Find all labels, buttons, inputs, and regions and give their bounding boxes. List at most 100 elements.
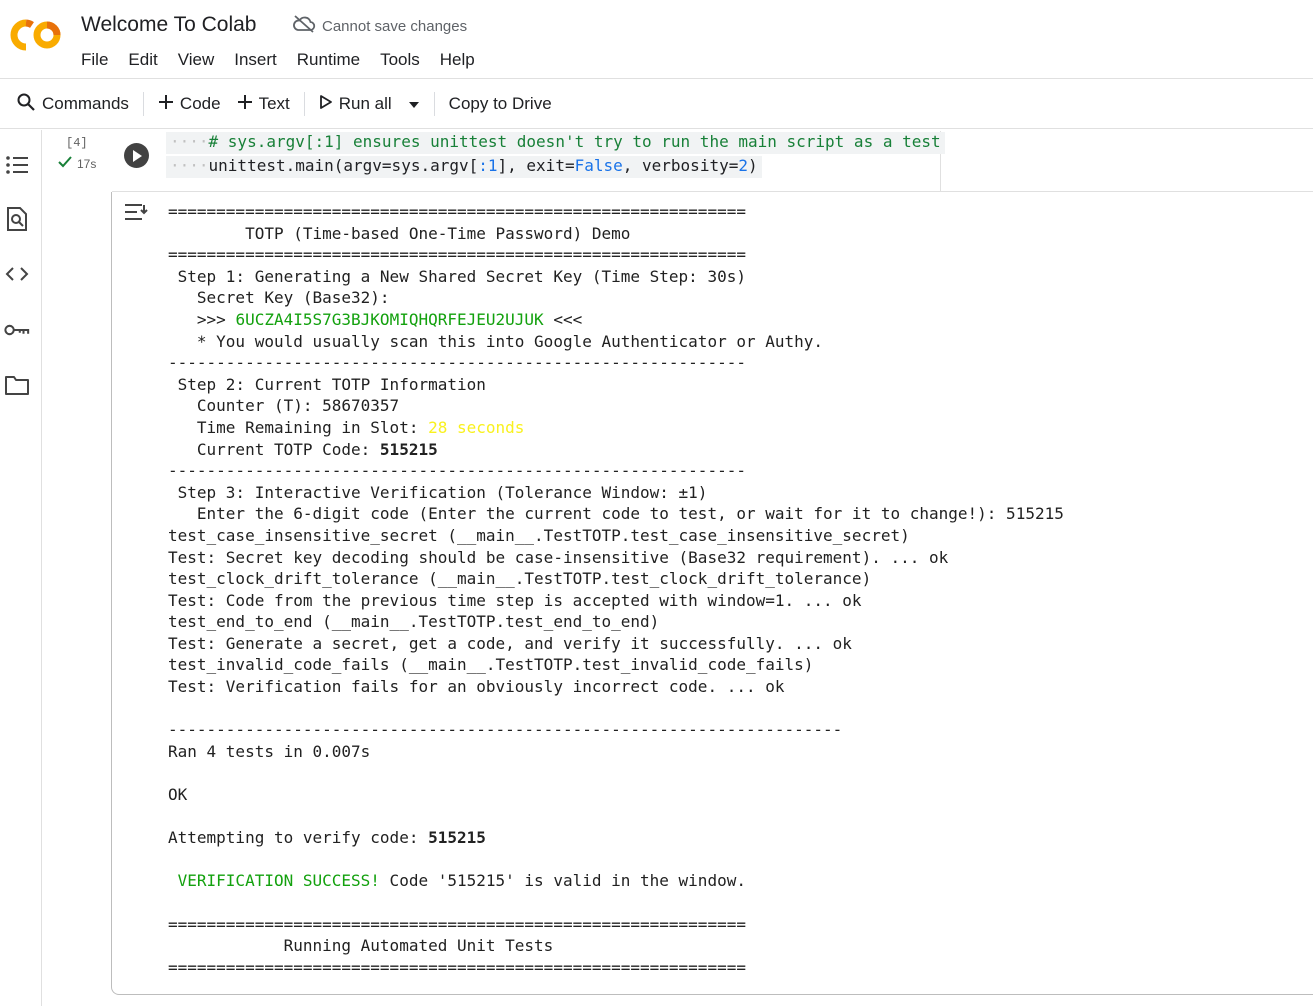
code-keyword: False bbox=[574, 156, 623, 175]
attempt-line: Attempting to verify code: 515215 bbox=[168, 828, 486, 848]
code-comment: # sys.argv[:1] ensures unittest doesn't … bbox=[208, 132, 941, 151]
separator-line: ========================================… bbox=[168, 957, 746, 977]
execution-status: 17s bbox=[58, 156, 96, 171]
scan-note: * You would usually scan this into Googl… bbox=[168, 331, 824, 351]
add-text-label: Text bbox=[258, 94, 290, 113]
play-outline-icon bbox=[319, 94, 333, 115]
indent-guide: ···· bbox=[170, 156, 209, 175]
test-result-line: Test: Verification fails for an obviousl… bbox=[168, 677, 785, 697]
enter-code-line: Enter the 6-digit code (Enter the curren… bbox=[168, 504, 1064, 524]
separator-line: ----------------------------------------… bbox=[168, 461, 746, 481]
copy-to-drive-button[interactable]: Copy to Drive bbox=[441, 87, 560, 121]
secrets-key-icon[interactable] bbox=[4, 317, 30, 343]
toolbar-divider bbox=[433, 92, 435, 116]
code-token: , verbosity= bbox=[622, 156, 739, 175]
unit-tests-title: Running Automated Unit Tests bbox=[168, 936, 554, 956]
separator-line: ========================================… bbox=[168, 202, 746, 221]
toolbar-divider bbox=[142, 92, 144, 116]
code-editor[interactable]: ····# sys.argv[:1] ensures unittest does… bbox=[166, 131, 945, 191]
secret-key-label: Secret Key (Base32): bbox=[168, 288, 390, 308]
cloud-off-icon bbox=[292, 15, 316, 37]
test-result-line: test_clock_drift_tolerance (__main__.Tes… bbox=[168, 569, 872, 589]
plus-icon bbox=[237, 94, 253, 115]
menu-tools[interactable]: Tools bbox=[370, 49, 430, 73]
save-status-text: Cannot save changes bbox=[322, 17, 468, 35]
current-code-value: 515215 bbox=[379, 439, 438, 459]
secret-key-value: 6UCZA4I5S7G3BJKOMIQHQRFEJEU2UJUK bbox=[235, 309, 544, 329]
cell-output: ========================================… bbox=[168, 201, 1288, 978]
menu-help[interactable]: Help bbox=[430, 49, 485, 73]
save-status: Cannot save changes bbox=[292, 15, 467, 37]
run-cell-button[interactable] bbox=[124, 143, 149, 168]
separator-line: ========================================… bbox=[168, 914, 746, 934]
test-result-line: test_end_to_end (__main__.TestTOTP.test_… bbox=[168, 612, 660, 632]
menu-file[interactable]: File bbox=[81, 49, 118, 73]
verification-success-label: VERIFICATION SUCCESS! bbox=[168, 871, 380, 891]
notebook-title[interactable]: Welcome To Colab bbox=[81, 13, 256, 37]
add-text-button[interactable]: Text bbox=[229, 87, 298, 121]
code-snippets-icon[interactable] bbox=[4, 261, 30, 287]
files-folder-icon[interactable] bbox=[4, 372, 30, 398]
counter-line: Counter (T): 58670357 bbox=[168, 396, 400, 416]
search-icon bbox=[16, 92, 36, 117]
ok-status: OK bbox=[168, 785, 188, 805]
separator-line: ========================================… bbox=[168, 245, 746, 265]
indent-guide: ···· bbox=[170, 132, 209, 151]
test-result-line: test_invalid_code_fails (__main__.TestTO… bbox=[168, 655, 814, 675]
commands-label: Commands bbox=[42, 94, 129, 113]
run-all-dropdown[interactable] bbox=[400, 87, 428, 121]
step-3-heading: Step 3: Interactive Verification (Tolera… bbox=[168, 482, 708, 502]
header: Welcome To Colab Cannot save changes Fil… bbox=[0, 0, 1313, 79]
menu-runtime[interactable]: Runtime bbox=[287, 49, 370, 73]
menu-view[interactable]: View bbox=[168, 49, 225, 73]
code-token: ) bbox=[747, 156, 758, 175]
time-remaining-value: 28 seconds bbox=[428, 417, 525, 437]
test-result-line: Test: Code from the previous time step i… bbox=[168, 590, 862, 610]
add-code-button[interactable]: Code bbox=[150, 87, 229, 121]
code-token: unittest.main(argv=sys.argv[ bbox=[208, 156, 479, 175]
time-remaining-line: Time Remaining in Slot: 28 seconds bbox=[168, 417, 525, 437]
verification-result: VERIFICATION SUCCESS! Code '515215' is v… bbox=[168, 871, 746, 891]
code-line-1[interactable]: ····# sys.argv[:1] ensures unittest does… bbox=[166, 132, 945, 154]
checkmark-icon bbox=[58, 156, 72, 171]
menu-bar: File Edit View Insert Runtime Tools Help bbox=[81, 49, 485, 73]
code-line-2[interactable]: ····unittest.main(argv=sys.argv[:1], exi… bbox=[166, 156, 762, 178]
secret-key-line: >>> 6UCZA4I5S7G3BJKOMIQHQRFEJEU2UJUK <<< bbox=[168, 309, 583, 329]
plus-icon bbox=[158, 94, 174, 115]
run-all-button[interactable]: Run all bbox=[311, 87, 400, 121]
toolbar-divider bbox=[303, 92, 305, 116]
code-token: ], exit= bbox=[497, 156, 575, 175]
add-code-label: Code bbox=[179, 94, 221, 113]
code-token: :1 bbox=[478, 156, 498, 175]
output-actions-icon[interactable] bbox=[122, 201, 150, 225]
colab-logo[interactable] bbox=[9, 17, 63, 53]
toolbar: Commands Code Text Run all Copy to Drive bbox=[0, 80, 1313, 129]
code-number: 2 bbox=[738, 156, 748, 175]
attempt-code-value: 515215 bbox=[428, 828, 486, 848]
step-1-heading: Step 1: Generating a New Shared Secret K… bbox=[168, 266, 746, 286]
menu-edit[interactable]: Edit bbox=[118, 49, 167, 73]
execution-time: 17s bbox=[77, 156, 97, 171]
caret-down-icon bbox=[408, 94, 420, 114]
menu-insert[interactable]: Insert bbox=[224, 49, 287, 73]
left-rail bbox=[0, 130, 42, 1006]
test-result-line: Test: Secret key decoding should be case… bbox=[168, 547, 949, 567]
separator-line: ----------------------------------------… bbox=[168, 353, 746, 373]
commands-button[interactable]: Commands bbox=[8, 87, 137, 121]
find-icon[interactable] bbox=[4, 206, 30, 232]
test-result-line: test_case_insensitive_secret (__main__.T… bbox=[168, 525, 910, 545]
test-result-line: Test: Generate a secret, get a code, and… bbox=[168, 633, 852, 653]
demo-title: TOTP (Time-based One-Time Password) Demo bbox=[168, 223, 631, 243]
current-code-line: Current TOTP Code: 515215 bbox=[168, 439, 438, 459]
execution-count: [4] bbox=[66, 136, 88, 150]
ran-tests-summary: Ran 4 tests in 0.007s bbox=[168, 741, 371, 761]
step-2-heading: Step 2: Current TOTP Information bbox=[168, 374, 486, 394]
run-all-label: Run all bbox=[338, 94, 392, 113]
separator-line: ----------------------------------------… bbox=[168, 720, 843, 740]
table-of-contents-icon[interactable] bbox=[4, 152, 30, 178]
